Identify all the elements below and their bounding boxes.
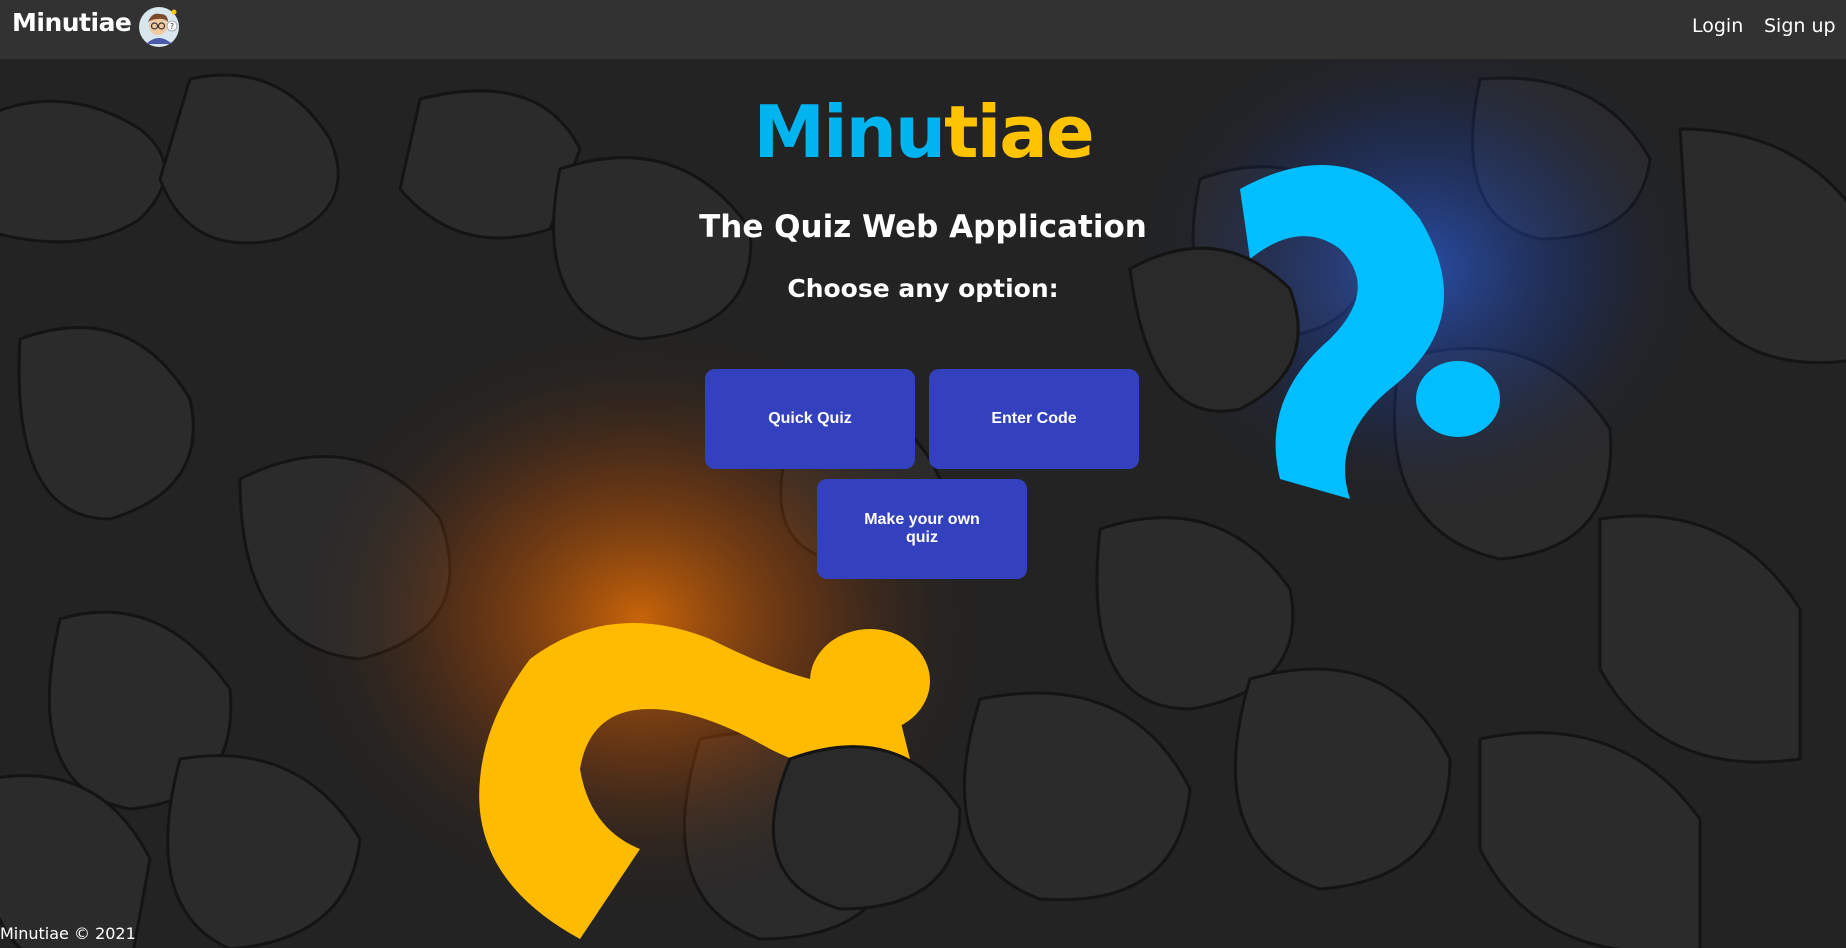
footer-copyright: Minutiae © 2021	[0, 924, 136, 943]
svg-text:?: ?	[170, 22, 174, 31]
top-navbar: Minutiae ? Login Sign up	[0, 0, 1846, 59]
signup-link[interactable]: Sign up	[1764, 15, 1836, 37]
make-quiz-button[interactable]: Make your own quiz	[817, 479, 1027, 579]
brand-name[interactable]: Minutiae	[12, 8, 132, 37]
logo-title: Minutiae	[0, 90, 1846, 174]
avatar-icon: ?	[138, 6, 180, 48]
logo-part-blue: Minu	[753, 90, 946, 174]
quick-quiz-button[interactable]: Quick Quiz	[705, 369, 915, 469]
choose-prompt: Choose any option:	[787, 274, 1059, 303]
logo-part-yellow: tiae	[944, 90, 1095, 174]
enter-code-button[interactable]: Enter Code	[929, 369, 1139, 469]
login-link[interactable]: Login	[1692, 15, 1743, 37]
page-subtitle: The Quiz Web Application	[699, 209, 1147, 245]
